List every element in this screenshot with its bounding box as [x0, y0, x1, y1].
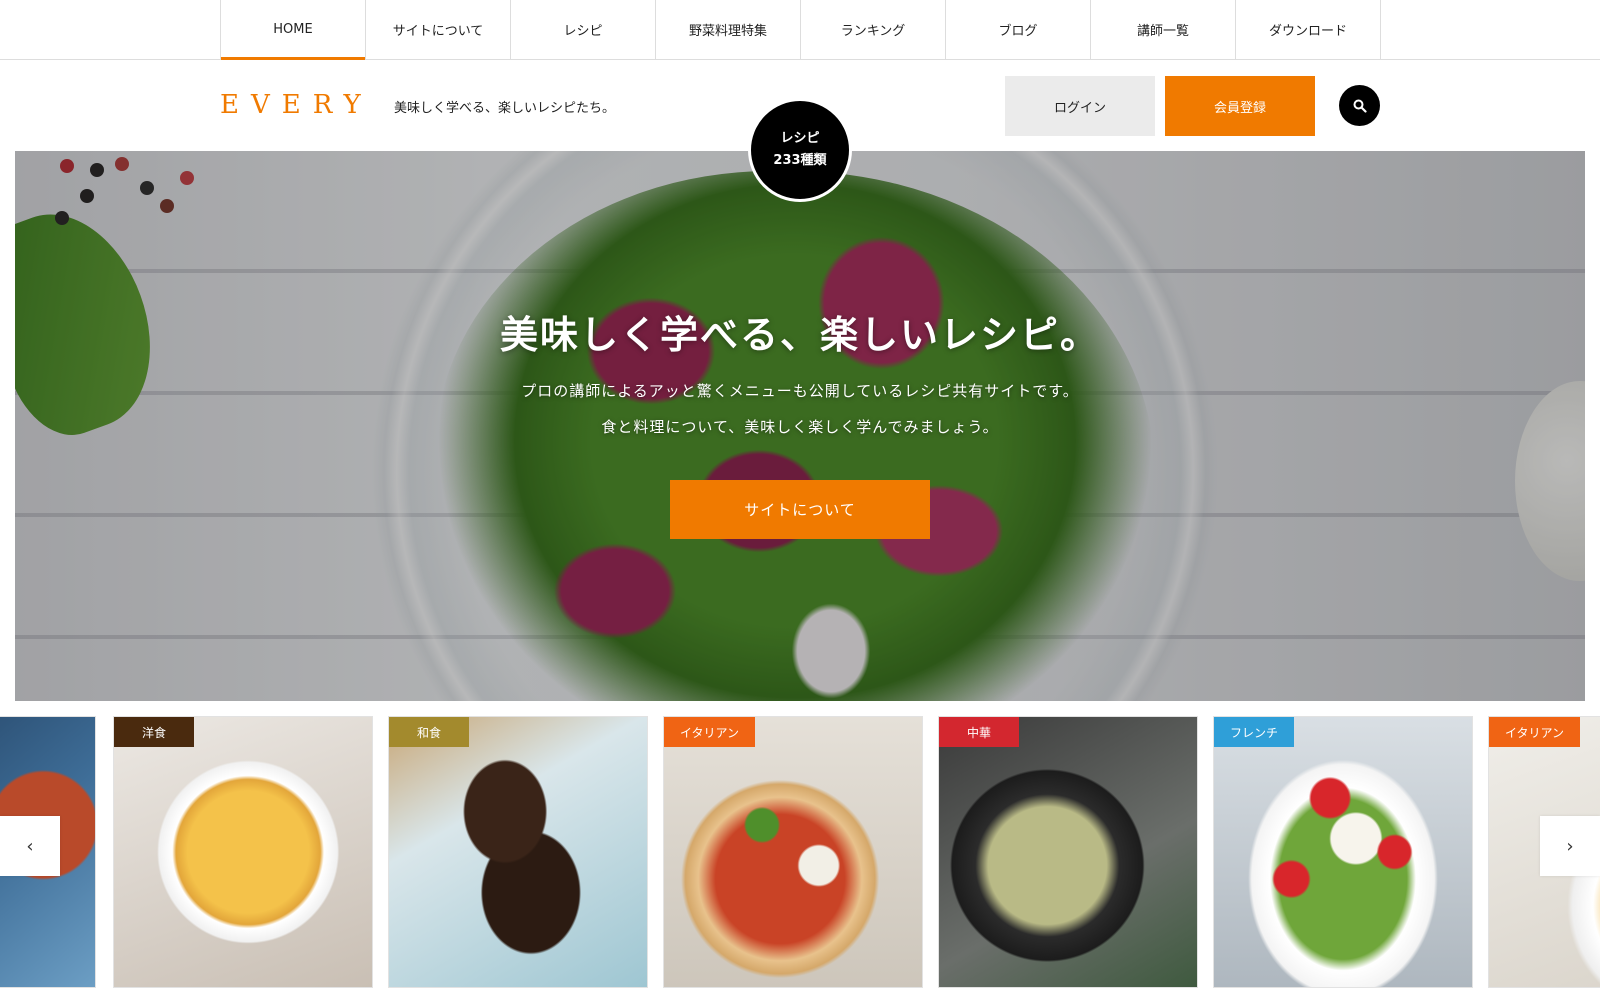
- recipe-image: [114, 717, 372, 987]
- recipe-card[interactable]: 洋食: [113, 716, 373, 988]
- category-label: 和食: [389, 717, 469, 747]
- badge-label: レシピ: [780, 131, 820, 146]
- recipe-count-badge: レシピ 233種類: [748, 98, 852, 202]
- top-navigation: HOME サイトについて レシピ 野菜料理特集 ランキング ブログ 講師一覧 ダ…: [0, 0, 1600, 60]
- nav-item-vegetable-feature[interactable]: 野菜料理特集: [656, 0, 801, 59]
- chevron-right-icon: ›: [1566, 835, 1574, 857]
- category-label: 中華: [939, 717, 1019, 747]
- hero-title: 美味しく学べる、楽しいレシピ。: [499, 312, 1100, 357]
- hero-description-line-1: プロの講師によるアッと驚くメニューも公開しているレシピ共有サイトです。: [521, 382, 1079, 400]
- search-button[interactable]: [1339, 85, 1380, 126]
- nav-item-download[interactable]: ダウンロード: [1236, 0, 1381, 59]
- nav-item-home[interactable]: HOME: [221, 0, 366, 60]
- recipe-image: [939, 717, 1197, 987]
- recipe-card[interactable]: 中華: [938, 716, 1198, 988]
- chevron-left-icon: ‹: [26, 835, 34, 857]
- site-tagline: 美味しく学べる、楽しいレシピたち。: [394, 101, 616, 116]
- recipe-image: [664, 717, 922, 987]
- hero-description-line-2: 食と料理について、美味しく楽しく学んでみましょう。: [601, 418, 999, 436]
- nav-item-about[interactable]: サイトについて: [366, 0, 511, 59]
- nav-item-ranking[interactable]: ランキング: [801, 0, 946, 59]
- recipe-card[interactable]: フレンチ: [1213, 716, 1473, 988]
- recipe-image: [1214, 717, 1472, 987]
- login-button[interactable]: ログイン: [1005, 76, 1155, 136]
- about-site-button[interactable]: サイトについて: [670, 480, 930, 539]
- carousel-prev-button[interactable]: ‹: [0, 816, 60, 876]
- register-button[interactable]: 会員登録: [1165, 76, 1315, 136]
- site-logo[interactable]: EVERY: [220, 90, 373, 120]
- carousel-next-button[interactable]: ›: [1540, 816, 1600, 876]
- category-label: フレンチ: [1214, 717, 1295, 747]
- category-label: 洋食: [114, 717, 194, 747]
- recipe-card[interactable]: イタリアン: [663, 716, 923, 988]
- nav-item-recipes[interactable]: レシピ: [511, 0, 656, 59]
- search-icon: [1353, 99, 1367, 113]
- badge-count: 233種類: [773, 153, 827, 168]
- nav-item-blog[interactable]: ブログ: [946, 0, 1091, 59]
- category-label: イタリアン: [1489, 717, 1581, 747]
- recipe-card[interactable]: 和食: [388, 716, 648, 988]
- recipe-image: [389, 717, 647, 987]
- nav-item-instructors[interactable]: 講師一覧: [1091, 0, 1236, 59]
- hero-section: 美味しく学べる、楽しいレシピ。 プロの講師によるアッと驚くメニューも公開している…: [15, 151, 1585, 701]
- category-label: イタリアン: [664, 717, 756, 747]
- recipe-carousel: 会員 限定 洋食 和食 イタリアン 中華 フレンチ イタリアン ‹ ›: [0, 716, 1600, 988]
